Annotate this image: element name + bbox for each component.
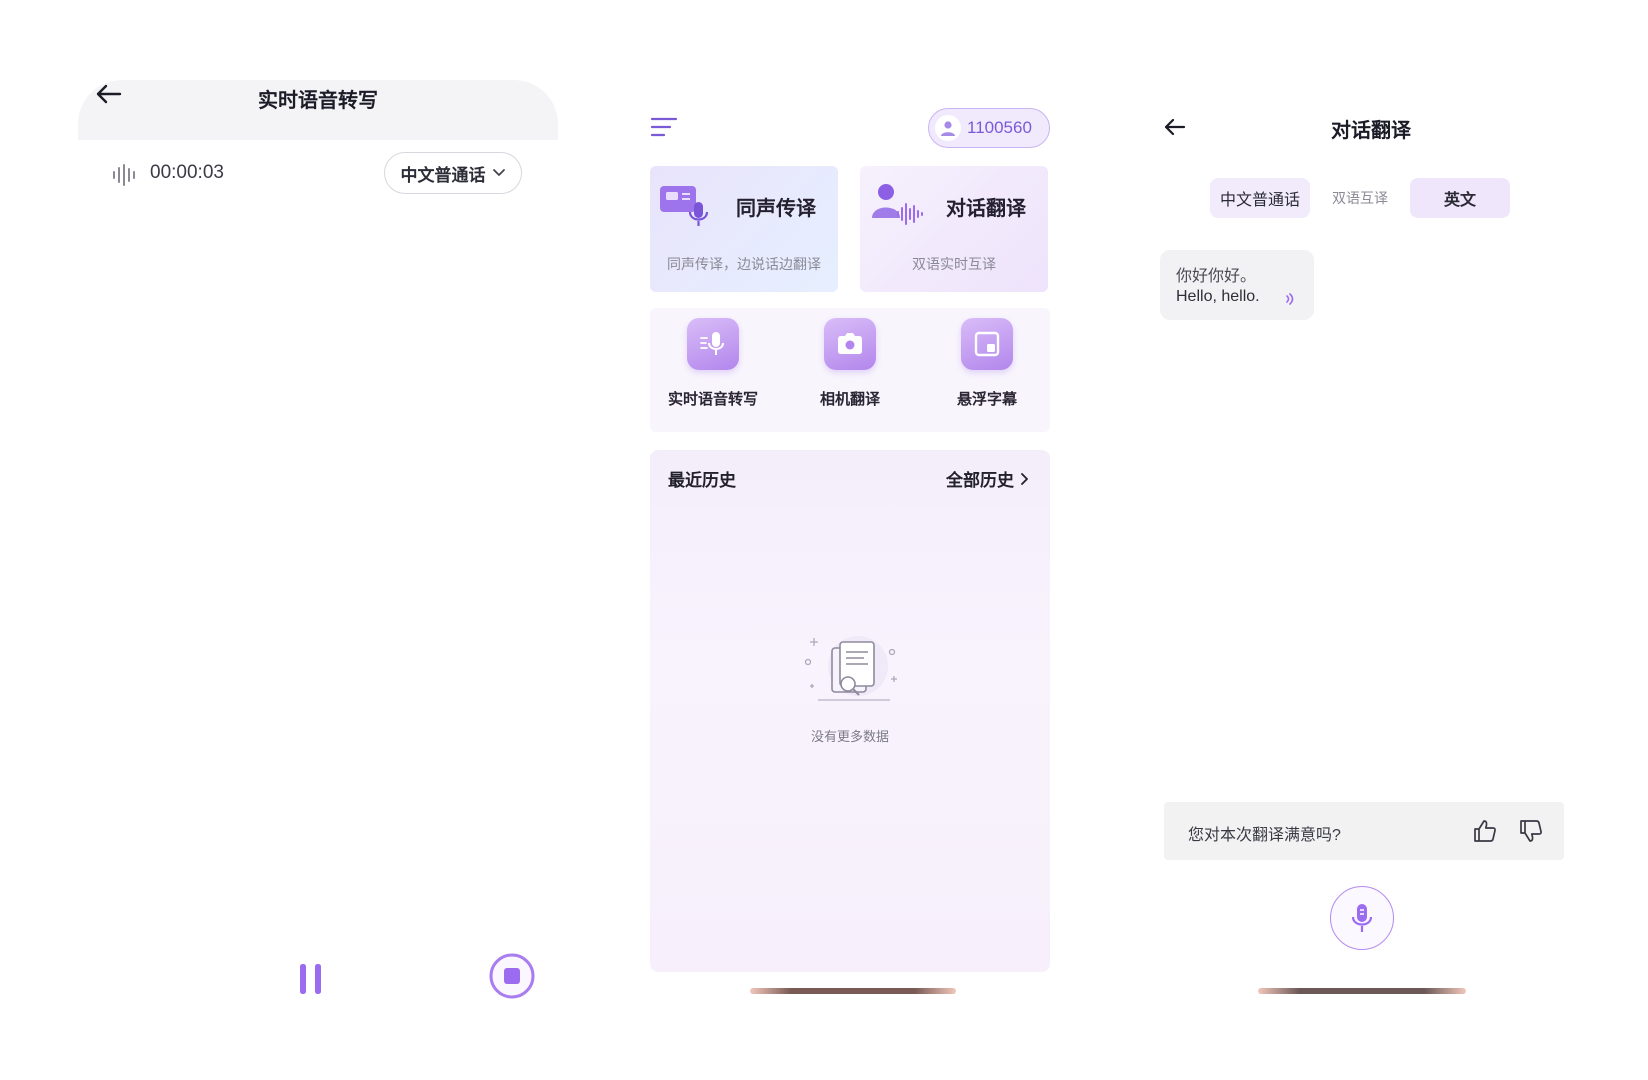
speaker-voice-icon xyxy=(868,180,923,228)
card-title: 同声传译 xyxy=(736,198,816,220)
tool-camera-translation[interactable]: 相机翻译 xyxy=(795,318,905,422)
thumbs-down-icon[interactable] xyxy=(1518,818,1544,844)
message-bubble: 你好你好。 Hello, hello. xyxy=(1160,250,1314,320)
user-id-badge[interactable]: 1100560 xyxy=(928,108,1050,148)
sound-wave-icon[interactable] xyxy=(1284,292,1296,306)
floating-window-icon xyxy=(961,318,1013,370)
home-indicator xyxy=(750,988,956,994)
thumbs-up-icon[interactable] xyxy=(1472,818,1498,844)
tool-floating-subtitles[interactable]: 悬浮字幕 xyxy=(932,318,1042,422)
language-left-tab[interactable]: 中文普通话 xyxy=(1210,178,1310,218)
recent-history-section: 最近历史 全部历史 没有更多数据 xyxy=(650,450,1050,972)
dialogue-translation-screen: 对话翻译 中文普通话 双语互译 英文 你好你好。 Hello, hello. 您… xyxy=(1160,100,1570,1020)
section-title: 最近历史 xyxy=(668,471,736,490)
transcription-screen: 实时语音转写 00:00:03 中文普通话 xyxy=(78,80,558,1020)
avatar xyxy=(935,115,961,141)
home-screen: 1100560 同声传译 同声传译，边说话边翻译 对话翻译 双语实时互译 实时语… xyxy=(650,100,1050,1020)
bilingual-mode-label[interactable]: 双语互译 xyxy=(1310,178,1410,218)
mic-icon xyxy=(1348,902,1376,934)
page-title: 实时语音转写 xyxy=(258,90,378,112)
mic-icon xyxy=(687,318,739,370)
dialogue-translation-card[interactable]: 对话翻译 双语实时互译 xyxy=(860,166,1048,292)
feedback-question: 您对本次翻译满意吗? xyxy=(1188,827,1341,844)
stop-button[interactable] xyxy=(488,952,536,1000)
language-label: 中文普通话 xyxy=(400,165,486,185)
empty-documents-icon xyxy=(798,626,902,714)
card-subtitle: 双语实时互译 xyxy=(912,256,996,272)
menu-icon[interactable] xyxy=(650,116,678,138)
pause-button[interactable] xyxy=(298,962,324,996)
simultaneous-interpretation-card[interactable]: 同声传译 同声传译，边说话边翻译 xyxy=(650,166,838,292)
card-title: 对话翻译 xyxy=(946,198,1026,220)
presentation-mic-icon xyxy=(658,180,712,228)
user-id: 1100560 xyxy=(967,118,1032,137)
tool-label: 实时语音转写 xyxy=(667,391,758,408)
empty-state-text: 没有更多数据 xyxy=(810,729,889,744)
chevron-down-icon xyxy=(492,168,506,178)
card-subtitle: 同声传译，边说话边翻译 xyxy=(667,256,821,272)
feedback-bar: 您对本次翻译满意吗? xyxy=(1164,802,1564,860)
waveform-icon xyxy=(112,164,138,186)
page-title: 对话翻译 xyxy=(1331,120,1411,142)
home-indicator xyxy=(1258,988,1466,994)
transcript-area xyxy=(78,140,558,1020)
all-history-label: 全部历史 xyxy=(946,471,1014,490)
camera-icon xyxy=(824,318,876,370)
tool-label: 悬浮字幕 xyxy=(956,391,1017,408)
language-right-tab[interactable]: 英文 xyxy=(1410,178,1510,218)
language-selector[interactable]: 中文普通话 xyxy=(384,152,522,194)
tool-realtime-transcription[interactable]: 实时语音转写 xyxy=(658,318,768,422)
tool-label: 相机翻译 xyxy=(819,391,880,408)
chevron-right-icon xyxy=(1020,472,1028,485)
translated-text: Hello, hello. xyxy=(1176,288,1260,305)
record-mic-button[interactable] xyxy=(1330,886,1394,950)
all-history-link[interactable]: 全部历史 xyxy=(946,466,1028,491)
recording-timer: 00:00:03 xyxy=(150,162,224,183)
source-text: 你好你好。 xyxy=(1176,268,1257,285)
tools-row: 实时语音转写 相机翻译 悬浮字幕 xyxy=(650,308,1050,432)
